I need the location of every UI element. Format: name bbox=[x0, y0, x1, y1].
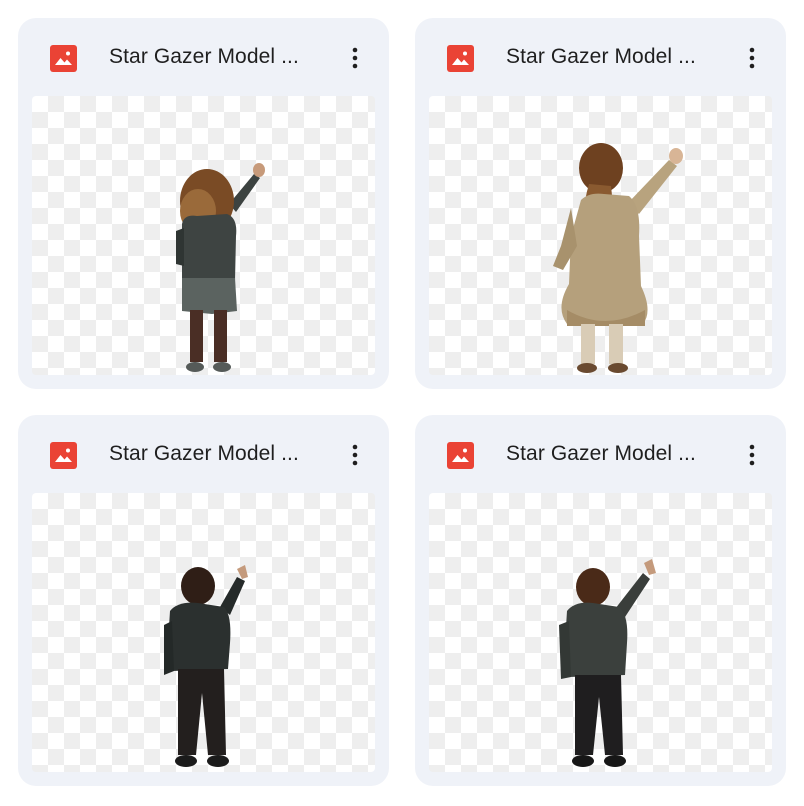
more-vert-icon bbox=[352, 47, 358, 69]
more-vert-icon bbox=[352, 444, 358, 466]
file-thumbnail[interactable] bbox=[429, 493, 772, 772]
more-vert-icon bbox=[749, 444, 755, 466]
file-thumbnail[interactable] bbox=[32, 493, 375, 772]
boy-in-dark-jacket-figure bbox=[559, 559, 656, 767]
more-options-button[interactable] bbox=[732, 435, 772, 475]
file-card-header: Star Gazer Model ... bbox=[415, 415, 786, 491]
boy-in-dark-hoodie-figure bbox=[164, 565, 248, 767]
file-name: Star Gazer Model ... bbox=[109, 45, 299, 68]
file-name: Star Gazer Model ... bbox=[109, 442, 299, 465]
girl-in-gold-dress-figure bbox=[553, 143, 683, 373]
file-name: Star Gazer Model ... bbox=[506, 45, 696, 68]
girl-in-grey-jacket-figure bbox=[176, 163, 265, 372]
file-card[interactable]: Star Gazer Model ... bbox=[18, 415, 389, 786]
file-card-header: Star Gazer Model ... bbox=[18, 415, 389, 491]
file-card[interactable]: Star Gazer Model ... bbox=[415, 415, 786, 786]
file-card-header: Star Gazer Model ... bbox=[18, 18, 389, 94]
more-vert-icon bbox=[749, 47, 755, 69]
file-name: Star Gazer Model ... bbox=[506, 442, 696, 465]
file-card-header: Star Gazer Model ... bbox=[415, 18, 786, 94]
image-file-icon bbox=[50, 45, 77, 72]
file-thumbnail[interactable] bbox=[32, 96, 375, 375]
more-options-button[interactable] bbox=[732, 38, 772, 78]
file-thumbnail[interactable] bbox=[429, 96, 772, 375]
file-card[interactable]: Star Gazer Model ... bbox=[415, 18, 786, 389]
file-card[interactable]: Star Gazer Model ... bbox=[18, 18, 389, 389]
more-options-button[interactable] bbox=[335, 38, 375, 78]
image-file-icon bbox=[447, 45, 474, 72]
image-file-icon bbox=[50, 442, 77, 469]
more-options-button[interactable] bbox=[335, 435, 375, 475]
image-file-icon bbox=[447, 442, 474, 469]
